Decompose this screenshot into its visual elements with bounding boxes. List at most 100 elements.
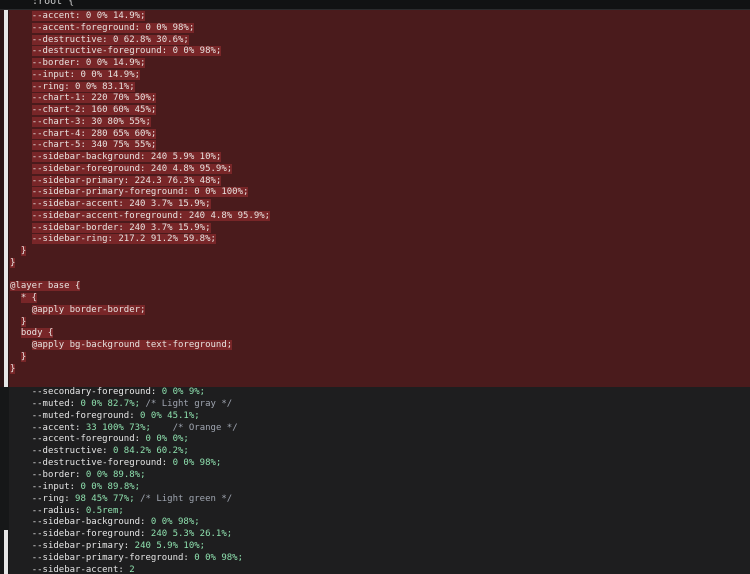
- deleted-code-line: --sidebar-primary-foreground: 0 0% 100%;: [10, 186, 249, 198]
- css-variable-name: --muted-foreground:: [31, 410, 135, 421]
- code-comment: /* Light green */: [134, 493, 233, 504]
- css-variable-name: --muted:: [31, 398, 76, 409]
- deleted-code-text: --accent-foreground: 0 0% 98%;: [31, 22, 195, 33]
- deleted-code-text: --destructive: 0 62.8% 30.6%;: [31, 34, 189, 45]
- css-variable-value: 0 0% 9%;: [156, 387, 206, 397]
- deleted-code-line: --sidebar-foreground: 240 4.8% 95.9%;: [10, 163, 233, 175]
- deleted-code-line: --chart-1: 220 70% 50%;: [10, 92, 157, 104]
- added-code-line: --secondary-foreground: 0 0% 9%;: [10, 386, 205, 398]
- deleted-code-line: }: [10, 363, 16, 375]
- deleted-code-text: --sidebar-background: 240 5.9% 10%;: [31, 152, 222, 162]
- added-change-marker: [4, 530, 8, 574]
- added-code-line: --accent-foreground: 0 0% 0%;: [10, 433, 189, 445]
- code-header-strip: :root {: [0, 0, 750, 10]
- css-variable-name: --destructive-foreground:: [31, 458, 168, 469]
- deleted-code-line: }: [10, 245, 27, 257]
- added-code-line: --sidebar-background: 0 0% 98%;: [10, 516, 200, 528]
- deleted-code-line: --chart-5: 340 75% 55%;: [10, 139, 157, 151]
- deleted-code-text: @apply bg-background text-foreground;: [31, 340, 233, 350]
- added-code-line: --sidebar-primary: 240 5.9% 10%;: [10, 540, 205, 552]
- css-variable-name: --sidebar-background:: [31, 517, 146, 528]
- added-code-line: --border: 0 0% 89.8%;: [10, 469, 146, 481]
- code-diff-editor: :root { --accent: 0 0% 14.9%; --accent-f…: [0, 0, 750, 574]
- deleted-code-line: --sidebar-background: 240 5.9% 10%;: [10, 151, 222, 163]
- deleted-code-text: }: [20, 351, 27, 362]
- deleted-change-marker: [4, 10, 8, 387]
- added-code-line: --sidebar-primary-foreground: 0 0% 98%;: [10, 552, 243, 564]
- deleted-code-line: --sidebar-border: 240 3.7% 15.9%;: [10, 222, 211, 234]
- css-variable-value: 0 0% 98%;: [167, 458, 222, 469]
- added-code-line: --muted-foreground: 0 0% 45.1%;: [10, 410, 200, 422]
- deleted-code-line: --chart-3: 30 80% 55%;: [10, 116, 151, 128]
- code-comment: /* Orange */: [150, 422, 238, 433]
- deleted-code-text: --chart-2: 160 60% 45%;: [31, 105, 157, 115]
- deleted-code-text: --sidebar-border: 240 3.7% 15.9%;: [31, 222, 211, 233]
- deleted-code-line: * {: [10, 292, 38, 304]
- deleted-code-line: --destructive-foreground: 0 0% 98%;: [10, 45, 222, 57]
- deleted-code-line: --accent-foreground: 0 0% 98%;: [10, 22, 195, 34]
- deleted-code-text: --border: 0 0% 14.9%;: [31, 58, 146, 68]
- deleted-code-line: --chart-4: 280 65% 60%;: [10, 128, 157, 140]
- code-comment: /* Light gray */: [140, 398, 233, 409]
- deleted-code-text: --destructive-foreground: 0 0% 98%;: [31, 46, 222, 57]
- deleted-code-text: --sidebar-ring: 217.2 91.2% 59.8%;: [31, 234, 216, 245]
- css-variable-value: 240 5.3% 26.1%;: [145, 529, 233, 540]
- deleted-code-text: --sidebar-primary-foreground: 0 0% 100%;: [31, 187, 249, 198]
- css-variable-name: --sidebar-primary:: [31, 541, 130, 552]
- deleted-code-text: body {: [20, 328, 54, 339]
- deleted-code-line: --sidebar-accent-foreground: 240 4.8% 95…: [10, 210, 271, 222]
- deleted-code-text: * {: [20, 293, 38, 303]
- deleted-code-text: --chart-5: 340 75% 55%;: [31, 140, 157, 151]
- added-code-line: --accent: 33 100% 73%; /* Orange */: [10, 422, 238, 434]
- css-variable-value: 0 0% 89.8%;: [75, 481, 141, 492]
- css-variable-value: 0.5rem;: [80, 505, 124, 516]
- root-selector-line: :root {: [20, 0, 75, 7]
- deleted-code-line: --input: 0 0% 14.9%;: [10, 69, 141, 81]
- css-variable-name: --radius:: [31, 505, 81, 516]
- css-variable-value: 2: [123, 564, 135, 574]
- added-code-line: --destructive: 0 84.2% 60.2%;: [10, 445, 189, 457]
- css-variable-name: --sidebar-primary-foreground:: [31, 552, 189, 563]
- deleted-code-line: --sidebar-primary: 224.3 76.3% 48%;: [10, 175, 222, 187]
- deleted-code-line: --chart-2: 160 60% 45%;: [10, 104, 157, 116]
- deleted-code-text: --input: 0 0% 14.9%;: [31, 69, 141, 80]
- deleted-code-line: --accent: 0 0% 14.9%;: [10, 10, 146, 22]
- deleted-code-line: @layer base {: [10, 280, 81, 292]
- added-code-line: --sidebar-foreground: 240 5.3% 26.1%;: [10, 528, 233, 540]
- deleted-code-text: --sidebar-accent: 240 3.7% 15.9%;: [31, 199, 211, 209]
- css-variable-name: --sidebar-foreground:: [31, 529, 146, 540]
- css-variable-name: --destructive:: [31, 446, 108, 457]
- deleted-code-line: --destructive: 0 62.8% 30.6%;: [10, 34, 189, 46]
- css-variable-value: 0 0% 98%;: [188, 552, 244, 563]
- css-variable-name: --secondary-foreground:: [31, 387, 157, 397]
- deleted-code-line: body {: [10, 327, 54, 339]
- css-variable-name: --border:: [31, 469, 81, 480]
- deleted-code-text: }: [10, 363, 16, 374]
- added-code-line: --sidebar-accent: 2: [10, 564, 135, 574]
- css-variable-value: 0 0% 98%;: [145, 517, 200, 528]
